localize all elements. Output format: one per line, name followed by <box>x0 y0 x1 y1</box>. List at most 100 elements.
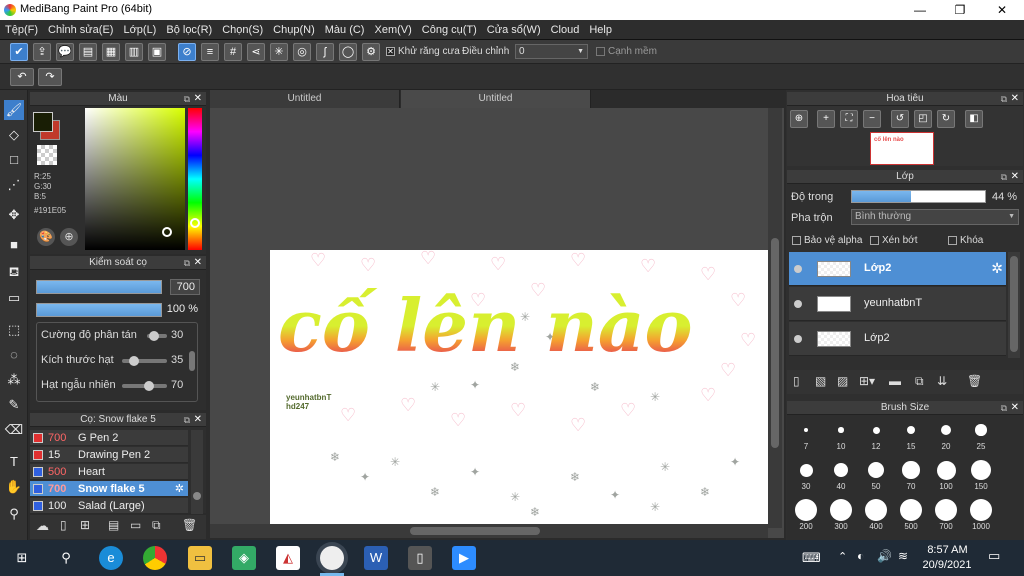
detach-icon[interactable]: ⧉ <box>184 413 190 427</box>
select-pen-tool-icon[interactable]: ✎ <box>4 395 24 415</box>
brush-size-preset[interactable]: 70 <box>896 458 926 491</box>
chevron-up-icon[interactable]: ⌃ <box>838 550 847 563</box>
text-tool-icon[interactable]: T <box>4 452 24 472</box>
brush-size-preset[interactable]: 12 <box>861 418 891 451</box>
clock-time[interactable]: 8:57 AM <box>920 544 975 556</box>
bucket-tool-icon[interactable]: ⛾ <box>4 262 24 282</box>
undo-icon[interactable]: ↶ <box>10 68 34 86</box>
tab-untitled-1[interactable]: Untitled <box>210 90 400 108</box>
brush-size-preset[interactable]: 1000 <box>966 498 996 531</box>
brush-list-scrollbar[interactable] <box>191 430 203 514</box>
notification-icon[interactable]: ▭ <box>988 548 1000 564</box>
brush-size-preset[interactable]: 100 <box>931 458 961 491</box>
document-icon[interactable]: ▦ <box>102 43 120 61</box>
canvas-horizontal-scrollbar[interactable] <box>210 524 768 538</box>
eraser-tool-icon[interactable]: ◇ <box>4 125 24 145</box>
flip-icon[interactable]: ◧ <box>965 110 983 128</box>
brush-item[interactable]: 500 Heart <box>30 464 188 480</box>
brush-size-preset[interactable]: 15 <box>896 418 926 451</box>
new-brush-icon[interactable]: ▯ <box>60 518 67 532</box>
brush-size-preset[interactable]: 10 <box>826 418 856 451</box>
palette-add-icon[interactable]: ⊕ <box>60 228 78 246</box>
zoom-fit-icon[interactable]: ⊕ <box>790 110 808 128</box>
rotate-left-icon[interactable]: ↺ <box>891 110 909 128</box>
merge-layer-icon[interactable]: ⇊ <box>937 374 947 388</box>
hue-slider[interactable] <box>188 108 202 250</box>
folder-icon[interactable]: ▬ <box>889 374 901 388</box>
speech-icon[interactable]: ▤ <box>79 43 97 61</box>
clip-checkbox[interactable]: Xén bớt <box>870 235 917 246</box>
layer-row[interactable]: Lớp2 <box>789 322 1006 356</box>
alpha-protect-checkbox[interactable]: Bảo vệ alpha <box>792 235 862 246</box>
canvas-vertical-scrollbar[interactable] <box>768 108 782 528</box>
trash-icon[interactable]: 🗑 <box>182 518 197 532</box>
brush-size-preset[interactable]: 300 <box>826 498 856 531</box>
keyboard-icon[interactable]: ⌨ <box>802 550 821 566</box>
brush-tool-icon[interactable]: 🖌 <box>4 100 24 120</box>
menu-color[interactable]: Màu (C) <box>320 20 370 40</box>
duplicate-layer-icon[interactable]: ⧉ <box>915 374 924 389</box>
brush-size-preset[interactable]: 40 <box>826 458 856 491</box>
detach-icon[interactable]: ⧉ <box>1001 401 1007 415</box>
close-panel-icon[interactable]: ✕ <box>194 413 202 427</box>
phone-icon[interactable]: ▯ <box>408 546 432 570</box>
medibang-icon[interactable] <box>320 546 344 570</box>
move-tool-icon[interactable]: ✥ <box>4 205 24 225</box>
layer-opacity-slider[interactable] <box>851 190 986 203</box>
new-layer-icon[interactable]: ▯ <box>793 374 800 388</box>
fit-window-icon[interactable]: ⛶ <box>840 110 858 128</box>
brush-size-preset[interactable]: 400 <box>861 498 891 531</box>
brush-settings-icon[interactable]: ▤ <box>108 518 119 532</box>
scatter-knob[interactable] <box>149 331 159 341</box>
brush-size-preset[interactable]: 50 <box>861 458 891 491</box>
minimize-button[interactable]: — <box>900 0 940 20</box>
random-particle-knob[interactable] <box>144 381 154 391</box>
redo-icon[interactable]: ↷ <box>38 68 62 86</box>
parallel-snap-icon[interactable]: ≡ <box>201 43 219 61</box>
detach-icon[interactable]: ⧉ <box>184 92 190 106</box>
blend-mode-select[interactable]: Bình thường ▼ <box>851 209 1019 225</box>
cloud-brush-icon[interactable]: ☁ <box>36 518 49 534</box>
detach-icon[interactable]: ⧉ <box>1001 92 1007 106</box>
wifi-icon[interactable]: ≋ <box>898 549 908 563</box>
close-panel-icon[interactable]: ✕ <box>194 92 202 106</box>
brush-size-preset[interactable]: 700 <box>931 498 961 531</box>
windows-start-icon[interactable]: ⊞ <box>10 546 34 570</box>
add-brush-icon[interactable]: ⊞ <box>80 518 90 532</box>
transparent-swatch[interactable] <box>37 145 57 165</box>
edge-icon[interactable]: e <box>99 546 123 570</box>
lasso-tool-icon[interactable]: ◌ <box>4 345 24 365</box>
brush-opacity-slider[interactable] <box>36 303 162 317</box>
upload-icon[interactable]: ⇪ <box>33 43 51 61</box>
adjust-select[interactable]: 0 ▼ <box>515 44 588 59</box>
visibility-icon[interactable] <box>794 335 802 343</box>
fill-rect-tool-icon[interactable]: ■ <box>4 235 24 255</box>
zoom-in-icon[interactable]: + <box>817 110 835 128</box>
settings-scrollbar[interactable] <box>189 351 195 371</box>
close-panel-icon[interactable]: ✕ <box>1011 401 1019 415</box>
network-icon[interactable]: ◐ <box>857 549 864 563</box>
hue-cursor[interactable] <box>190 218 200 228</box>
trash-icon[interactable]: 🗑 <box>967 374 982 388</box>
brush-size-preset[interactable]: 7 <box>791 418 821 451</box>
close-panel-icon[interactable]: ✕ <box>194 256 202 270</box>
menu-cloud[interactable]: Cloud <box>546 20 585 40</box>
layer-scrollbar[interactable] <box>1008 252 1020 358</box>
menu-edit[interactable]: Chỉnh sửa(E) <box>43 20 118 40</box>
duplicate-icon[interactable]: ⧉ <box>152 518 161 533</box>
particle-size-knob[interactable] <box>129 356 139 366</box>
close-button[interactable]: ✕ <box>982 0 1022 20</box>
menu-view[interactable]: Xem(V) <box>369 20 416 40</box>
grid-icon[interactable]: ▣ <box>148 43 166 61</box>
hand-tool-icon[interactable]: ✋ <box>4 477 24 497</box>
add-layer-menu-icon[interactable]: ⊞▾ <box>859 374 875 388</box>
detach-icon[interactable]: ⧉ <box>184 256 190 270</box>
brush-size-slider[interactable] <box>36 280 162 294</box>
brush-item[interactable]: 100 Salad (Large) <box>30 498 188 514</box>
soft-edge-checkbox[interactable]: Cạnh mềm <box>596 46 657 57</box>
menu-layer[interactable]: Lớp(L) <box>118 20 161 40</box>
snap-off-icon[interactable]: ⊘ <box>178 43 196 61</box>
menu-help[interactable]: Help <box>584 20 617 40</box>
brush-size-preset[interactable]: 20 <box>931 418 961 451</box>
comment-icon[interactable]: 💬 <box>56 43 74 61</box>
